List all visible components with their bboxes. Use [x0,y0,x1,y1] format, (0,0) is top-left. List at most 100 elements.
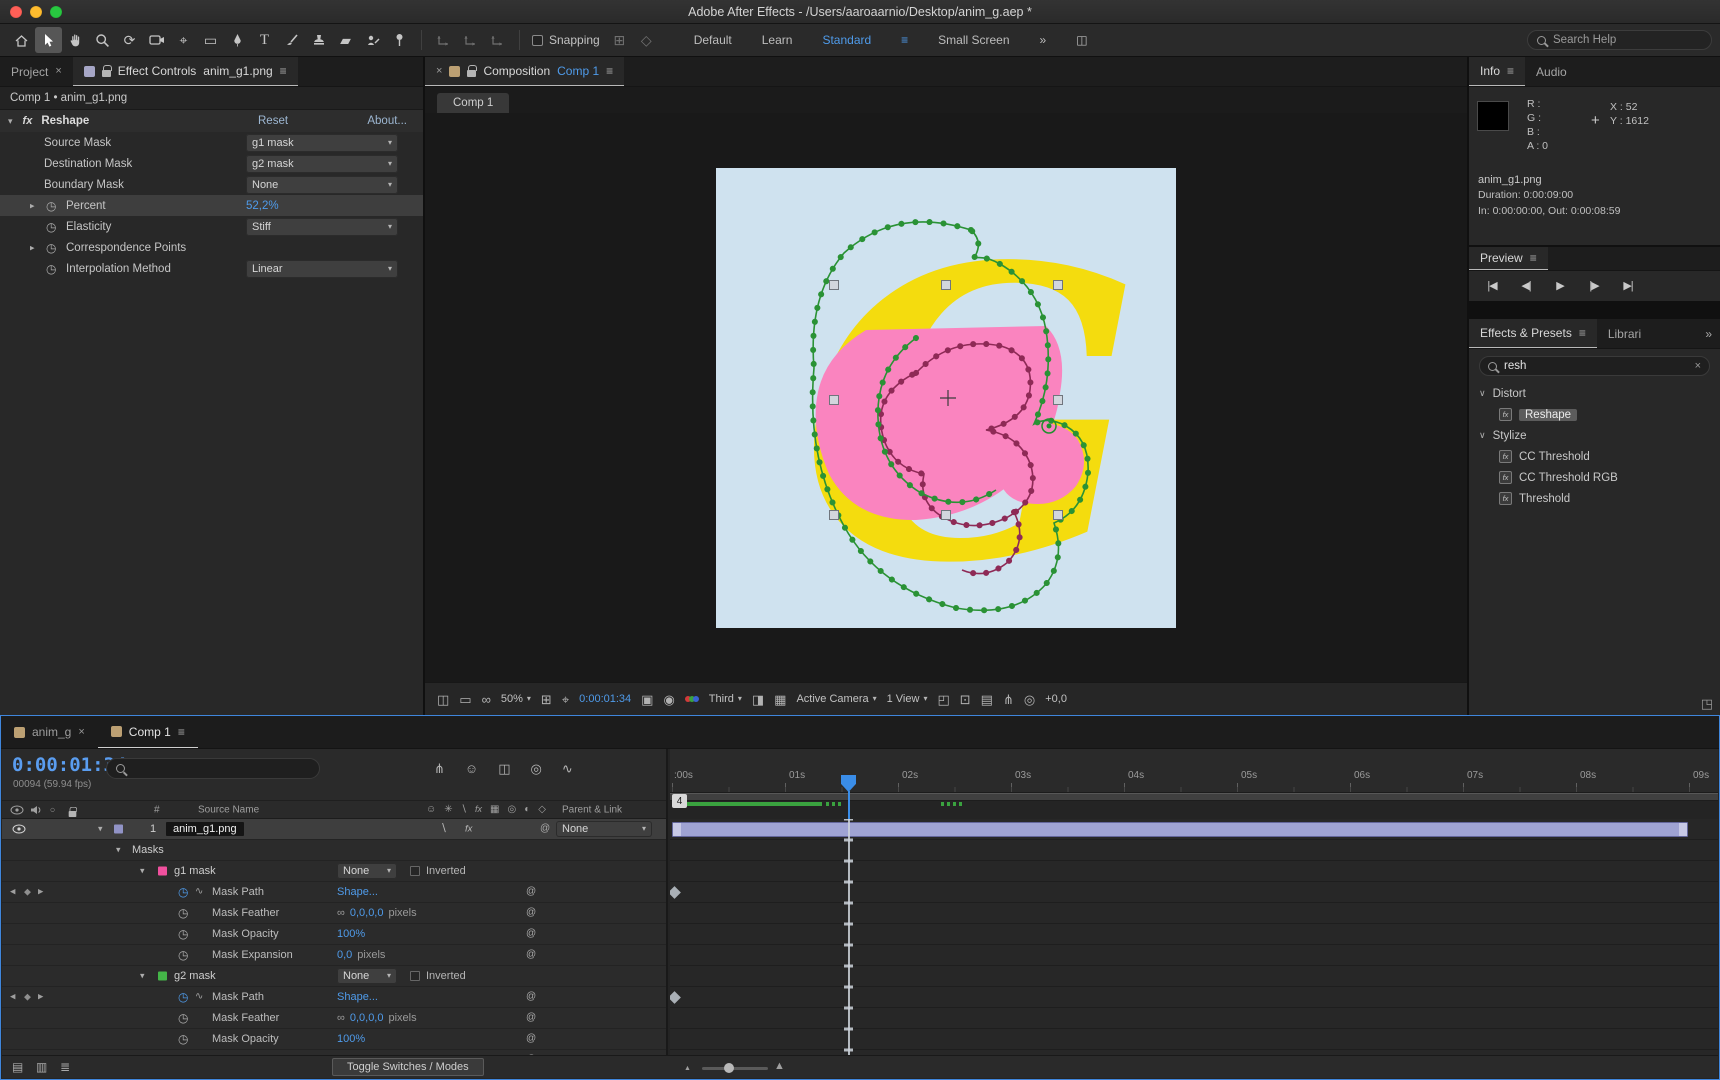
stopwatch-icon[interactable] [46,263,56,275]
last-frame-button[interactable] [1615,276,1641,296]
panel-menu-icon[interactable] [1530,252,1537,264]
brush-tool[interactable] [278,27,305,53]
pick-whip-icon[interactable] [526,992,536,1002]
mask1-path-row[interactable]: Mask Path Shape... [2,882,666,903]
chevron-down-icon[interactable] [140,972,145,981]
pick-whip-icon[interactable] [526,908,536,918]
toggle-transfer-controls-icon[interactable] [36,1061,47,1073]
show-snapshot-icon[interactable] [663,693,674,706]
workspace-standard[interactable]: Standard [822,33,871,47]
layer-duration-bar[interactable] [672,822,1688,837]
pick-whip-icon[interactable] [526,887,536,897]
panel-overflow-icon[interactable] [1697,328,1720,340]
work-area-bar[interactable] [670,793,1718,801]
rotation-tool[interactable] [116,27,143,53]
first-frame-button[interactable] [1479,276,1505,296]
graph-editor-button[interactable] [562,762,573,775]
eraser-tool[interactable] [332,27,359,53]
effect-item-cc-threshold-rgb[interactable]: CC Threshold RGB [1469,467,1720,488]
flowchart-icon[interactable] [1003,693,1014,706]
show-channel-icon[interactable] [684,696,699,702]
viewer-timecode[interactable]: 0:00:01:34 [579,693,631,705]
mask2-feather-row[interactable]: Mask Feather 0,0,0,0 pixels [2,1008,666,1029]
composition-canvas[interactable]: G [716,167,1176,628]
world-axis-mode-button[interactable] [457,27,484,53]
property-value[interactable]: 100% [337,928,365,940]
panel-resize-icon[interactable] [1701,697,1713,710]
panel-menu-icon[interactable] [178,726,185,738]
chevron-down-icon[interactable] [8,117,13,126]
reset-link[interactable]: Reset [258,115,288,127]
stopwatch-icon[interactable] [178,928,188,940]
view-axis-mode-button[interactable] [484,27,511,53]
region-of-interest-icon[interactable] [752,693,764,706]
roto-brush-tool[interactable] [359,27,386,53]
stopwatch-icon[interactable] [46,242,56,254]
exposure-value[interactable]: +0,0 [1045,693,1067,705]
effect-item-threshold[interactable]: Threshold [1469,488,1720,509]
workspace-small-screen[interactable]: Small Screen [938,33,1009,47]
property-value[interactable]: 0,0,0,0 [350,907,384,919]
stereo-3d-icon[interactable] [482,693,491,706]
minimize-window-button[interactable] [30,6,42,18]
chevron-down-icon[interactable] [1479,389,1486,398]
keyframe-toggle-icon[interactable] [24,888,31,897]
stopwatch-icon[interactable] [178,907,188,919]
property-value[interactable]: Shape... [337,991,378,1003]
stopwatch-icon[interactable] [46,200,56,212]
effects-switch-icon[interactable] [465,824,472,834]
play-button[interactable] [1547,276,1573,296]
snapshot-icon[interactable] [641,693,653,706]
property-value[interactable]: Shape... [337,886,378,898]
parent-link-dropdown[interactable]: None [556,821,652,837]
pick-whip-icon[interactable] [526,1034,536,1044]
zoom-out-mountain-icon[interactable] [684,1065,691,1072]
composition-viewer[interactable]: G [425,113,1467,682]
tab-composition[interactable]: Composition Comp 1 [425,57,625,86]
snap-option-icon[interactable] [606,27,633,53]
panel-menu-icon[interactable] [1579,327,1586,339]
mini-flowchart-button[interactable] [434,762,445,775]
inverted-checkbox[interactable] [410,971,420,981]
tab-info[interactable]: Info [1469,57,1526,86]
toggle-in-out-panes-icon[interactable] [60,1061,70,1073]
tab-audio[interactable]: Audio [1525,57,1578,86]
close-window-button[interactable] [10,6,22,18]
workspace-bar-icon[interactable] [1076,34,1087,46]
effects-group-stylize[interactable]: Stylize [1469,425,1720,446]
stopwatch-icon[interactable] [178,991,188,1003]
property-value[interactable]: 100% [337,1033,365,1045]
zoom-in-mountain-icon[interactable] [774,1061,785,1072]
mask-name[interactable]: g2 mask [174,970,216,982]
pick-whip-icon[interactable] [526,950,536,960]
chevron-down-icon[interactable] [140,867,145,876]
percent-value[interactable]: 52,2% [246,200,279,212]
link-icon[interactable] [337,908,345,919]
previous-keyframe-icon[interactable] [10,889,15,896]
previous-frame-button[interactable] [1513,276,1539,296]
type-tool[interactable]: T [251,27,278,53]
pen-tool[interactable] [224,27,251,53]
tab-comp1[interactable]: Comp 1 [97,716,198,748]
timeline-zoom-slider[interactable] [702,1063,768,1073]
help-search-input[interactable] [1553,34,1702,46]
parent-link-column[interactable]: Parent & Link [562,804,622,815]
resolution-dropdown[interactable]: Third [709,693,742,705]
source-name-column[interactable]: Source Name [198,804,259,815]
timeline-search-input[interactable] [132,762,310,775]
next-frame-button[interactable] [1581,276,1607,296]
zoom-window-button[interactable] [50,6,62,18]
tab-libraries[interactable]: Librari [1597,319,1652,348]
zoom-tool[interactable] [89,27,116,53]
property-value[interactable]: 0,0 [337,949,352,961]
snap-option-icon[interactable] [633,27,660,53]
inverted-checkbox[interactable] [410,866,420,876]
previous-keyframe-icon[interactable] [10,994,15,1001]
viewer-tab-comp1[interactable]: Comp 1 [437,93,510,113]
graph-icon[interactable] [195,992,203,1002]
timeline-button-icon[interactable] [981,693,993,706]
effect-header[interactable]: Reshape Reset About... [0,110,423,132]
mask-name[interactable]: g1 mask [174,865,216,877]
keyframe-toggle-icon[interactable] [24,993,31,1002]
timeline-search-field[interactable] [106,758,320,779]
